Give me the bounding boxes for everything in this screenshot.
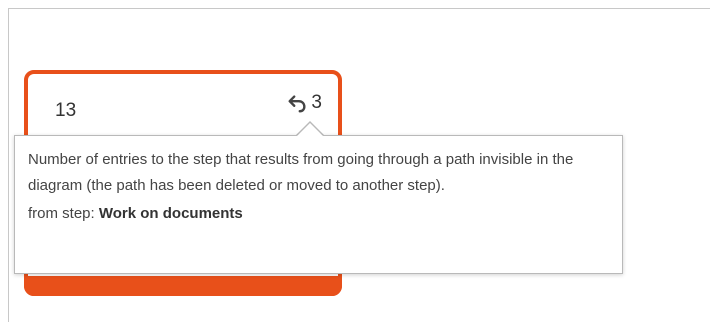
- back-arrow-icon: [288, 95, 306, 113]
- tooltip-pointer: [297, 123, 323, 136]
- step-card-footer: [24, 276, 342, 296]
- canvas-border-left: [8, 8, 9, 322]
- tooltip-from-label: from step:: [28, 205, 99, 222]
- tooltip: Number of entries to the step that resul…: [14, 135, 623, 274]
- tooltip-from-step-name: Work on documents: [98, 205, 243, 222]
- canvas-border-top: [8, 8, 710, 9]
- hidden-path-entries[interactable]: 3: [286, 92, 322, 114]
- step-entries-count: 13: [55, 100, 77, 121]
- diagram-canvas: 13 3 Number of entries to the step that …: [0, 0, 710, 322]
- tooltip-description: Number of entries to the step that resul…: [28, 151, 574, 194]
- tooltip-from-step: from step: Work on documents: [28, 201, 610, 227]
- hidden-path-entries-count: 3: [311, 92, 322, 113]
